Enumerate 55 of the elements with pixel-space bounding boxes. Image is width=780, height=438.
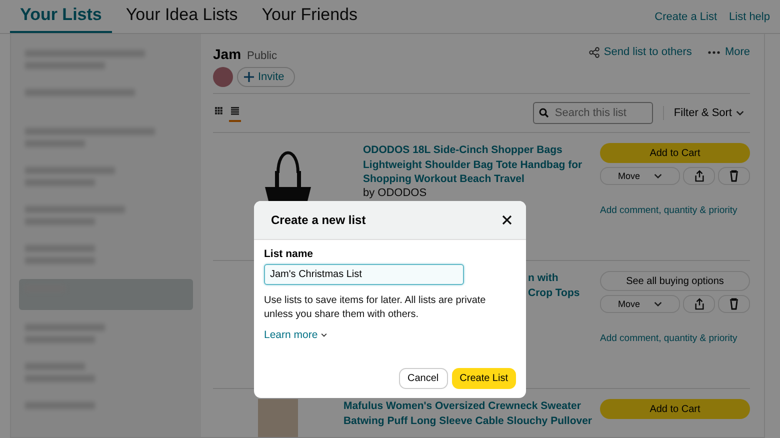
list-name: Jam (213, 46, 242, 62)
send-list-link[interactable]: Send list to others (588, 46, 692, 58)
create-list-button[interactable]: Create List (452, 368, 516, 389)
delete-button[interactable] (718, 295, 750, 313)
invite-button[interactable]: Invite (237, 67, 296, 87)
avatar (213, 67, 233, 87)
move-dropdown[interactable]: Move (600, 167, 680, 185)
share-icon (694, 298, 704, 310)
comment-link[interactable]: Add comment, quantity & priority (600, 333, 750, 344)
product-title[interactable]: Shopping Workout Beach Travel (363, 172, 592, 186)
product-title[interactable]: Mafulus Women's Oversized Crewneck Sweater (343, 399, 592, 414)
chevron-icon (654, 172, 662, 180)
share-nodes-icon (588, 46, 600, 58)
share-icon (694, 170, 704, 182)
product-title[interactable]: Batwing Puff Long Sleeve Cable Slouchy Pullover (343, 414, 592, 428)
search-icon (538, 108, 549, 118)
more-link[interactable]: More (708, 46, 750, 58)
chevron-icon (736, 109, 744, 117)
trash-icon (729, 170, 739, 182)
add-to-cart-button[interactable]: Add to Cart (600, 143, 750, 163)
trash-icon (729, 298, 739, 310)
plus-icon (244, 72, 254, 82)
delete-button[interactable] (718, 167, 750, 185)
buying-options-button[interactable]: See all buying options (600, 271, 750, 291)
learn-more-link[interactable]: Learn more (264, 329, 327, 341)
chevron-icon (320, 332, 327, 338)
dialog-title: Create a new list (271, 213, 366, 227)
help-text: Use lists to save items for later. All lists are private unless you share them with others. (264, 294, 487, 322)
share-button[interactable] (683, 167, 715, 185)
blurred-list-entry[interactable] (19, 278, 193, 310)
list-view-button[interactable] (229, 104, 241, 122)
search-field[interactable]: Search this list (532, 102, 653, 124)
list-name-field[interactable]: Jam's Christmas List (264, 264, 464, 285)
close-button[interactable] (500, 213, 514, 227)
tab[interactable]: Your Idea Lists (116, 5, 248, 33)
list-icon (231, 106, 239, 114)
share-button[interactable] (683, 295, 715, 313)
tab[interactable]: Your Friends (252, 5, 368, 33)
header-link[interactable]: Create a List (654, 11, 718, 23)
product-title[interactable]: Lightweight Shoulder Bag Tote Handbag for (363, 158, 592, 172)
grid-icon (215, 106, 223, 114)
add-to-cart-button[interactable]: Add to Cart (600, 399, 750, 419)
search-field[interactable]: Search this list (552, 106, 643, 120)
product-title[interactable]: ODODOS 18L Side-Cinch Shopper Bags (363, 143, 592, 158)
chevron-icon (654, 300, 662, 308)
brand-byline: by ODODOS (363, 186, 428, 198)
header-link[interactable]: List help (729, 11, 770, 23)
cancel-button[interactable]: Cancel (398, 368, 448, 389)
comment-link[interactable]: Add comment, quantity & priority (600, 205, 750, 216)
close-icon (502, 215, 512, 225)
filter-sort-button[interactable]: Filter & Sort (662, 106, 750, 120)
dots-icon (708, 50, 720, 54)
field-label: List name (264, 248, 314, 260)
privacy-label: Public (247, 50, 277, 62)
move-dropdown[interactable]: Move (600, 295, 680, 313)
